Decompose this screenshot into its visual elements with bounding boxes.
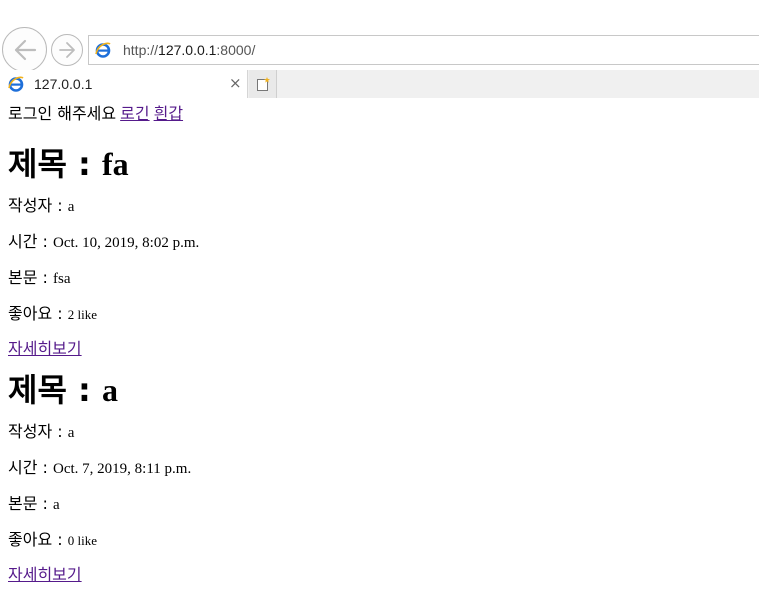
url-text: http://127.0.0.1:8000/ [123,42,255,58]
post-body: 본문 : fsa [8,268,748,289]
likes-value: 2 like [67,307,97,322]
post-title-label: 제목 : [8,145,102,183]
browser-chrome: http://127.0.0.1:8000/ 127.0.0.1 × [0,0,759,98]
post-title-value: fa [101,146,129,182]
post-likes: 좋아요 : 0 like [8,530,748,551]
author-label: 작성자 : [8,422,68,441]
post-likes: 좋아요 : 2 like [8,304,748,325]
forward-arrow-icon [59,42,75,58]
body-label: 본문 : [8,268,54,287]
post-item: 제목 : fa 작성자 : a 시간 : Oct. 10, 2019, 8:02… [8,146,748,359]
post-author: 작성자 : a [8,422,748,443]
tab-active[interactable]: 127.0.0.1 × [0,70,248,98]
likes-value: 0 like [67,533,97,548]
signup-link[interactable]: 흰갑 [154,104,183,123]
new-tab-icon [256,77,270,91]
time-label: 시간 : [8,458,54,477]
internet-explorer-icon [8,76,24,92]
back-arrow-icon [14,39,36,60]
address-bar[interactable]: http://127.0.0.1:8000/ [88,35,759,65]
detail-link[interactable]: 자세히보기 [8,339,748,359]
login-prompt: 로그인 해주세요 [8,104,117,123]
login-bar: 로그인 해주세요 로긴 흰갑 [8,104,748,125]
page-content: 로그인 해주세요 로긴 흰갑 제목 : fa 작성자 : a 시간 : Oct.… [8,98,748,585]
author-value: a [67,199,75,215]
likes-label: 좋아요 : [8,530,68,549]
likes-label: 좋아요 : [8,304,68,323]
post-title: 제목 : fa [8,146,748,182]
post-time: 시간 : Oct. 7, 2019, 8:11 p.m. [8,458,748,479]
post-body: 본문 : a [8,494,748,515]
body-label: 본문 : [8,494,54,513]
url-prefix: http:// [123,42,159,58]
post-item: 제목 : a 작성자 : a 시간 : Oct. 7, 2019, 8:11 p… [8,372,748,585]
post-title-value: a [101,372,118,408]
tab-close-icon[interactable]: × [229,74,242,92]
post-title-label: 제목 : [8,371,102,409]
url-suffix: :8000/ [216,42,256,58]
login-link[interactable]: 로긴 [120,104,149,123]
back-button[interactable] [2,27,47,72]
detail-link[interactable]: 자세히보기 [8,565,748,585]
body-value: a [53,497,60,513]
tab-strip: 127.0.0.1 × [0,70,759,98]
time-value: Oct. 10, 2019, 8:02 p.m. [53,235,200,251]
time-label: 시간 : [8,232,54,251]
author-label: 작성자 : [8,196,68,215]
time-value: Oct. 7, 2019, 8:11 p.m. [53,461,192,477]
body-value: fsa [53,271,71,287]
tab-title: 127.0.0.1 [34,76,93,92]
post-title: 제목 : a [8,372,748,408]
author-value: a [67,425,75,441]
url-host: 127.0.0.1 [158,42,217,58]
post-time: 시간 : Oct. 10, 2019, 8:02 p.m. [8,232,748,253]
new-tab-button[interactable] [249,70,277,98]
post-author: 작성자 : a [8,196,748,217]
forward-button[interactable] [51,34,83,66]
internet-explorer-icon [95,42,111,58]
